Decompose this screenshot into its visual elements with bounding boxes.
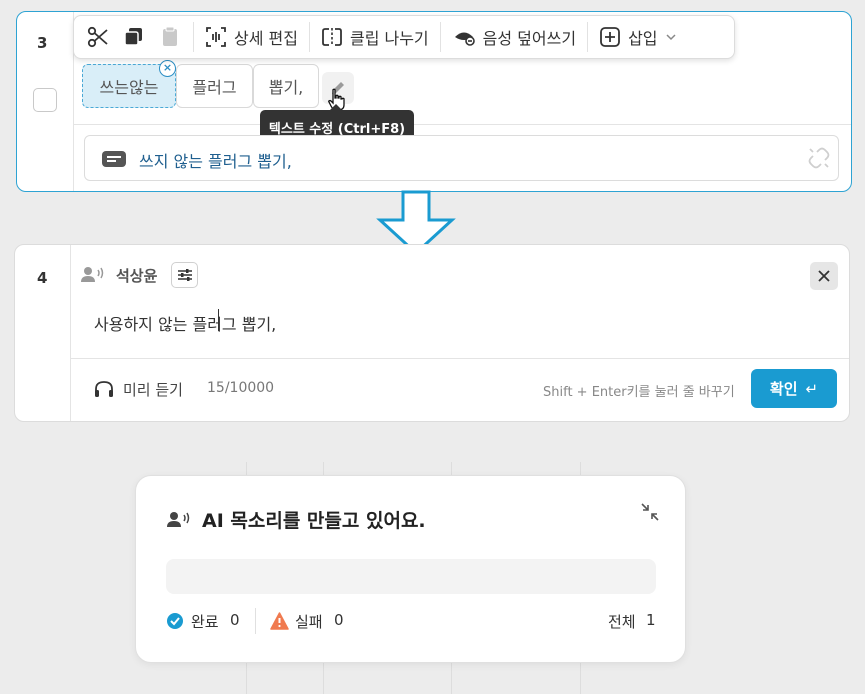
warning-icon: [270, 612, 289, 630]
speaker-voice-icon: [81, 267, 104, 282]
close-button[interactable]: [810, 262, 838, 290]
detail-edit-label: 상세 편집: [234, 29, 298, 48]
text-caret: [218, 309, 219, 331]
complete-label: 완료: [191, 613, 219, 631]
row-number: 4: [37, 269, 48, 287]
cut-button[interactable]: [80, 16, 116, 58]
scissors-icon: [87, 26, 108, 48]
copy-icon: [124, 28, 142, 46]
voice-overwrite-icon: [454, 32, 475, 46]
toolbar-separator: [587, 22, 589, 52]
check-circle-icon: [167, 613, 183, 629]
remove-chip-icon[interactable]: ×: [159, 60, 176, 77]
chevron-down-icon: [665, 34, 676, 41]
total-label: 전체: [608, 613, 636, 631]
clip-toolbar: 상세 편집 클립 나누기 음성 덮어쓰기 삽입: [73, 15, 735, 59]
progress-bar: [166, 559, 656, 594]
chip-label: 플러그: [192, 78, 237, 97]
voice-overwrite-label: 음성 덮어쓰기: [482, 29, 577, 48]
preview-button[interactable]: 미리 듣기: [123, 379, 183, 400]
sliders-icon: [177, 269, 192, 281]
text-box-icon: [102, 151, 126, 167]
voice-overwrite-button[interactable]: 음성 덮어쓰기: [446, 16, 582, 58]
word-chip[interactable]: 뽑기,: [253, 64, 319, 108]
tooltip-text: 텍스트 수정 (Ctrl+F8): [268, 121, 406, 137]
divider: [70, 245, 71, 421]
waveform-focus-icon: [206, 27, 226, 47]
script-text: 쓰지 않는 플러그 뽑기,: [139, 152, 292, 171]
fail-label: 실패: [295, 613, 323, 631]
chip-label: 쓰는않는: [99, 78, 159, 97]
copy-button[interactable]: [116, 16, 152, 58]
toolbar-separator: [308, 22, 310, 52]
word-chip[interactable]: 플러그: [176, 64, 253, 108]
divider: [71, 358, 849, 359]
divider: [74, 124, 851, 125]
split-clip-label: 클립 나누기: [349, 29, 429, 48]
close-icon: [818, 270, 830, 282]
panel-title: AI 목소리를 만들고 있어요.: [202, 510, 426, 532]
toolbar-separator: [439, 22, 441, 52]
toolbar-separator: [193, 22, 194, 52]
confirm-button[interactable]: 확인 ↵: [751, 369, 837, 408]
script-edit-input[interactable]: 사용하지 않는 플러그 뽑기,: [94, 311, 276, 335]
complete-count: 0: [230, 611, 240, 629]
voice-settings-button[interactable]: [171, 262, 198, 288]
unlink-icon[interactable]: [807, 146, 831, 170]
script-row-3[interactable]: 3 쓰는않는 × 플러그 뽑기, 상세 편집 클립 나누기 음성 덮어쓰기 삽입…: [16, 11, 852, 192]
script-row-4[interactable]: 4 석상윤 사용하지 않는 플러그 뽑기, 미리 듣기 15/10000 Shi…: [14, 244, 850, 422]
insert-label: 삽입: [628, 29, 658, 48]
script-text-field[interactable]: 쓰지 않는 플러그 뽑기,: [84, 135, 839, 181]
detail-edit-button[interactable]: 상세 편집: [199, 16, 304, 58]
clipboard-icon: [163, 26, 177, 46]
plus-box-icon: [600, 27, 620, 47]
speaker-name: 석상윤: [116, 267, 158, 285]
total-count: 1: [646, 611, 656, 629]
divider: [255, 608, 256, 634]
fail-count: 0: [334, 611, 344, 629]
insert-dropdown[interactable]: 삽입: [593, 16, 683, 58]
char-count: 15/10000: [207, 380, 275, 396]
confirm-label: 확인: [769, 380, 798, 398]
paste-button[interactable]: [152, 16, 188, 58]
speaker-voice-icon: [167, 512, 190, 527]
headphones-icon[interactable]: [94, 380, 114, 398]
split-icon: [322, 28, 342, 46]
collapse-icon[interactable]: [640, 502, 660, 522]
ai-voice-progress-panel: AI 목소리를 만들고 있어요. 완료 0 실패 0 전체 1: [135, 475, 686, 663]
enter-icon: ↵: [805, 379, 819, 398]
row-checkbox[interactable]: [33, 88, 57, 112]
chip-label: 뽑기,: [268, 78, 304, 97]
line-break-hint: Shift + Enter키를 눌러 줄 바꾸기: [543, 385, 735, 400]
row-number: 3: [37, 34, 48, 52]
split-clip-button[interactable]: 클립 나누기: [315, 16, 435, 58]
